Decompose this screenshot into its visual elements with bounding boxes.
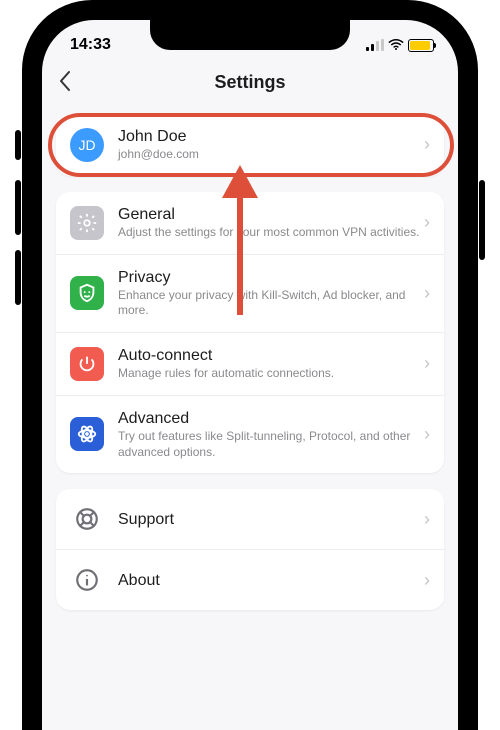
chevron-left-icon — [58, 70, 72, 92]
chevron-right-icon: › — [424, 353, 430, 374]
info-icon — [70, 563, 104, 597]
row-subtitle: Enhance your privacy with Kill-Switch, A… — [118, 288, 424, 319]
power-icon — [70, 347, 104, 381]
shield-icon — [70, 276, 104, 310]
settings-row-autoconnect[interactable]: Auto-connect Manage rules for automatic … — [56, 332, 444, 395]
row-subtitle: Try out features like Split-tunneling, P… — [118, 429, 424, 460]
gear-icon — [70, 206, 104, 240]
row-subtitle: Adjust the settings for your most common… — [118, 225, 424, 241]
row-subtitle: Manage rules for automatic connections. — [118, 366, 424, 382]
atom-icon — [70, 417, 104, 451]
row-title: Support — [118, 510, 424, 529]
chevron-right-icon: › — [424, 570, 430, 591]
account-card: JD John Doe john@doe.com › — [56, 114, 444, 176]
nav-header: Settings — [42, 60, 458, 104]
row-title: General — [118, 205, 424, 224]
main-settings-card: General Adjust the settings for your mos… — [56, 192, 444, 473]
content: JD John Doe john@doe.com › General Adjus… — [42, 104, 458, 610]
settings-row-advanced[interactable]: Advanced Try out features like Split-tun… — [56, 395, 444, 473]
back-button[interactable] — [58, 70, 72, 99]
page-title: Settings — [214, 72, 285, 93]
account-email: john@doe.com — [118, 147, 424, 163]
support-icon — [70, 502, 104, 536]
screen: 14:33 Settings JD John Doe john@doe.com — [42, 20, 458, 730]
status-indicators — [366, 39, 434, 52]
phone-frame: 14:33 Settings JD John Doe john@doe.com — [22, 0, 478, 730]
chevron-right-icon: › — [424, 212, 430, 233]
row-title: Privacy — [118, 268, 424, 287]
settings-row-privacy[interactable]: Privacy Enhance your privacy with Kill-S… — [56, 254, 444, 332]
account-row[interactable]: JD John Doe john@doe.com › — [56, 114, 444, 176]
chevron-right-icon: › — [424, 509, 430, 530]
wifi-icon — [388, 39, 404, 51]
chevron-right-icon: › — [424, 283, 430, 304]
settings-row-support[interactable]: Support › — [56, 489, 444, 549]
cell-signal-icon — [366, 39, 384, 51]
chevron-right-icon: › — [424, 424, 430, 445]
settings-row-general[interactable]: General Adjust the settings for your mos… — [56, 192, 444, 254]
account-name: John Doe — [118, 127, 424, 146]
row-title: Advanced — [118, 409, 424, 428]
battery-icon — [408, 39, 434, 52]
row-title: About — [118, 571, 424, 590]
extra-card: Support › About › — [56, 489, 444, 610]
status-time: 14:33 — [70, 36, 111, 54]
avatar: JD — [70, 128, 104, 162]
row-title: Auto-connect — [118, 346, 424, 365]
settings-row-about[interactable]: About › — [56, 549, 444, 610]
notch — [150, 20, 350, 50]
chevron-right-icon: › — [424, 134, 430, 155]
